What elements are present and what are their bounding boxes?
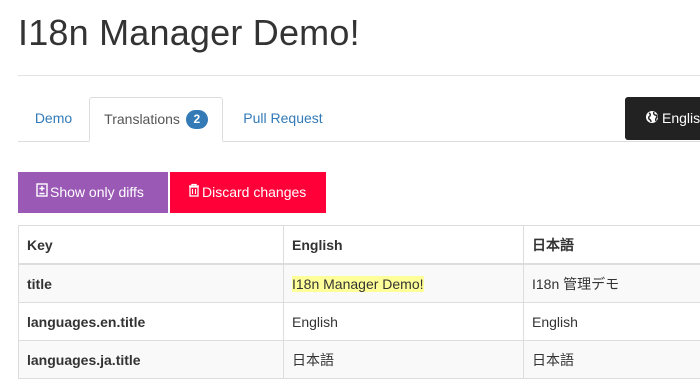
translations-table: Key English 日本語 title I18n Manager Demo!… xyxy=(18,225,700,379)
translation-key: title xyxy=(19,264,284,303)
table-row: title I18n Manager Demo! I18n 管理デモ xyxy=(19,264,700,303)
translation-key: languages.ja.title xyxy=(19,341,284,379)
translation-key: languages.en.title xyxy=(19,303,284,341)
japanese-value-cell[interactable]: English xyxy=(524,303,700,341)
discard-changes-label: Discard changes xyxy=(202,184,306,200)
tab-pull-request-label: Pull Request xyxy=(243,110,322,126)
english-value-cell[interactable]: English xyxy=(284,303,524,341)
language-button-label: English xyxy=(662,110,700,126)
tab-pull-request[interactable]: Pull Request xyxy=(223,97,343,140)
title-divider xyxy=(18,75,700,76)
table-row: languages.en.title English English xyxy=(19,303,700,341)
japanese-value-cell[interactable]: 日本語 xyxy=(524,341,700,379)
translations-count-badge: 2 xyxy=(186,110,208,129)
discard-changes-button[interactable]: Discard changes xyxy=(170,172,326,213)
show-only-diffs-button[interactable]: Show only diffs xyxy=(18,172,168,213)
changed-translation: I18n Manager Demo! xyxy=(292,276,424,292)
nav-tabs: Demo Translations 2 Pull Request xyxy=(18,97,700,142)
tab-demo-label: Demo xyxy=(35,110,72,126)
tab-demo[interactable]: Demo xyxy=(18,97,89,140)
column-header-key: Key xyxy=(19,226,284,265)
english-value-cell[interactable]: 日本語 xyxy=(284,341,524,379)
japanese-value-cell[interactable]: I18n 管理デモ xyxy=(524,264,700,303)
language-dropdown-button[interactable]: English xyxy=(625,97,700,140)
trash-icon xyxy=(188,172,200,213)
tab-translations[interactable]: Translations 2 xyxy=(89,97,223,142)
tab-translations-label: Translations xyxy=(104,111,180,127)
diff-icon xyxy=(36,172,48,213)
page-title: I18n Manager Demo! xyxy=(18,12,360,54)
show-only-diffs-label: Show only diffs xyxy=(50,184,144,200)
table-header-row: Key English 日本語 xyxy=(19,226,700,265)
column-header-japanese: 日本語 xyxy=(524,226,700,265)
globe-icon xyxy=(645,98,659,140)
column-header-english: English xyxy=(284,226,524,265)
english-value-cell[interactable]: I18n Manager Demo! xyxy=(284,264,524,303)
table-row: languages.ja.title 日本語 日本語 xyxy=(19,341,700,379)
